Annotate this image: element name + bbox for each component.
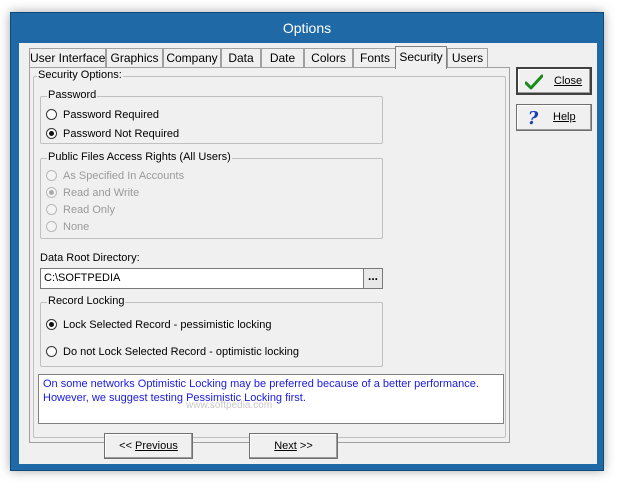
info-line-1: On some networks Optimistic Locking may … — [43, 378, 479, 390]
tab-data[interactable]: Data — [221, 48, 261, 68]
read-and-write-label: Read and Write — [63, 187, 140, 199]
tab-fonts[interactable]: Fonts — [353, 48, 397, 68]
record-locking-legend: Record Locking — [47, 295, 126, 307]
security-tab-panel: Security Options: Password Password Requ… — [29, 67, 510, 443]
radio-circle — [46, 204, 57, 215]
previous-arrows: << — [119, 440, 136, 452]
pessimistic-locking-label: Lock Selected Record - pessimistic locki… — [63, 319, 272, 331]
checkmark-icon — [523, 71, 545, 93]
options-window: Options User Interface Graphics Company … — [10, 12, 604, 471]
help-button-label: Help — [553, 111, 576, 123]
none-label: None — [63, 221, 90, 233]
radio-circle-checked — [46, 128, 57, 139]
as-specified-label: As Specified In Accounts — [63, 170, 185, 182]
browse-button[interactable]: ... — [363, 268, 383, 289]
radio-circle-checked — [46, 187, 57, 198]
tab-user-interface[interactable]: User Interface — [29, 48, 106, 68]
locking-info-box: On some networks Optimistic Locking may … — [38, 374, 504, 424]
next-button-label: Next — [274, 440, 297, 452]
previous-button-label: Previous — [135, 440, 178, 452]
tab-users[interactable]: Users — [447, 48, 488, 68]
tab-date[interactable]: Date — [261, 48, 304, 68]
window-client: User Interface Graphics Company Data Dat… — [19, 43, 597, 464]
close-button[interactable]: Close — [516, 67, 592, 95]
previous-button[interactable]: << Previous — [104, 433, 193, 459]
security-options-group: Security Options: Password Password Requ… — [33, 69, 506, 438]
tab-colors[interactable]: Colors — [304, 48, 353, 68]
next-arrows: >> — [296, 440, 313, 452]
tab-security[interactable]: Security — [395, 46, 447, 69]
radio-circle — [46, 221, 57, 232]
data-root-label: Data Root Directory: — [40, 252, 140, 264]
password-group: Password Password Required Password Not … — [40, 89, 383, 144]
public-files-group: Public Files Access Rights (All Users) A… — [40, 151, 383, 239]
watermark-text: www.softpedia.com — [186, 400, 273, 411]
radio-circle — [46, 170, 57, 181]
read-only-label: Read Only — [63, 204, 115, 216]
optimistic-locking-label: Do not Lock Selected Record - optimistic… — [63, 346, 299, 358]
public-files-legend: Public Files Access Rights (All Users) — [47, 151, 232, 163]
radio-circle — [46, 109, 57, 120]
security-options-legend: Security Options: — [37, 69, 123, 81]
help-button[interactable]: ? Help — [516, 104, 592, 131]
radio-circle-checked — [46, 319, 57, 330]
help-question-icon: ? — [527, 107, 539, 129]
tab-graphics[interactable]: Graphics — [106, 48, 163, 68]
tab-company[interactable]: Company — [163, 48, 221, 68]
close-button-label: Close — [554, 75, 583, 87]
password-legend: Password — [47, 89, 98, 101]
password-not-required-label: Password Not Required — [63, 128, 180, 140]
record-locking-group: Record Locking Lock Selected Record - pe… — [40, 295, 383, 367]
data-root-input[interactable]: C:\SOFTPEDIA — [40, 268, 364, 289]
password-required-label: Password Required — [63, 109, 159, 121]
radio-circle — [46, 346, 57, 357]
window-title: Options — [282, 20, 332, 36]
next-button[interactable]: Next >> — [249, 433, 338, 459]
